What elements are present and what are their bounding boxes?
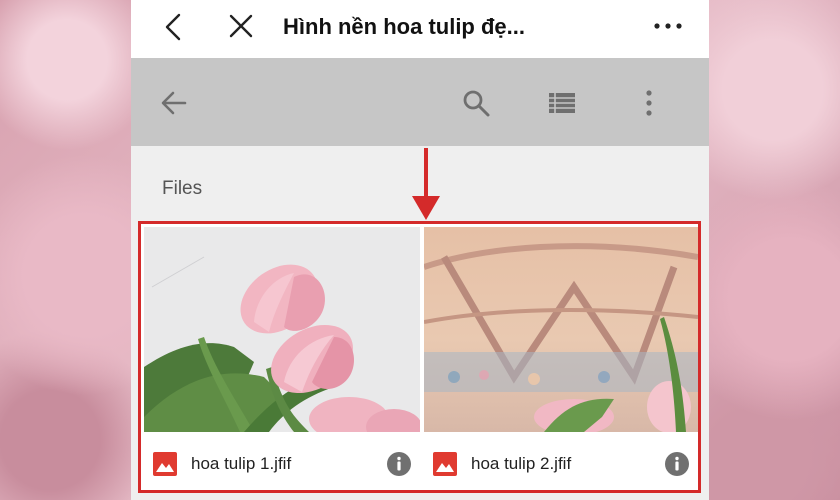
file-name[interactable]: hoa tulip 2.jfif [471,454,571,474]
search-icon[interactable] [461,88,491,118]
info-icon[interactable] [386,451,412,477]
file-name[interactable]: hoa tulip 1.jfif [191,454,291,474]
more-vertical-icon[interactable] [634,88,664,118]
down-arrow-icon [412,148,440,220]
image-icon [433,452,457,476]
page-title: Hình nền hoa tulip đẹ... [283,14,525,39]
top-bar: Hình nền hoa tulip đẹ... [131,0,709,58]
drive-toolbar [131,58,709,146]
file-thumbnail[interactable] [424,227,698,432]
image-icon [153,452,177,476]
list-view-icon[interactable] [547,88,577,118]
more-horizontal-icon[interactable] [653,16,683,36]
close-icon[interactable] [227,12,255,40]
file-card[interactable]: hoa tulip 2.jfif [424,227,698,490]
file-caption: hoa tulip 2.jfif [424,432,698,490]
section-label-files: Files [162,178,203,199]
info-icon[interactable] [664,451,690,477]
arrow-left-icon[interactable] [159,88,189,118]
phone-screen: Hình nền hoa tulip đẹ... Files hoa tulip… [131,0,709,500]
file-card[interactable]: hoa tulip 1.jfif [144,227,420,490]
files-grid-highlight: hoa tulip 1.jfif hoa tulip 2.jfif [138,221,701,493]
file-thumbnail[interactable] [144,227,420,432]
chevron-left-icon[interactable] [161,12,187,42]
file-caption: hoa tulip 1.jfif [144,432,420,490]
